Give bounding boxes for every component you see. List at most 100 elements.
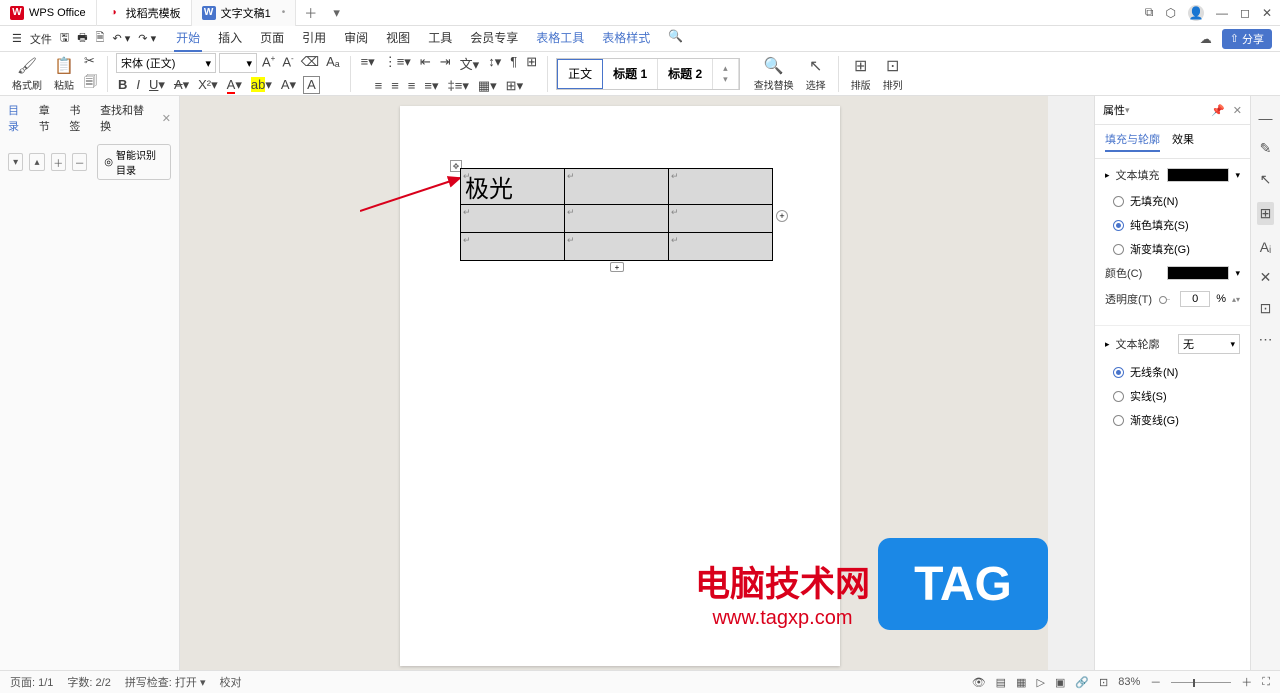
pin-icon[interactable]: 📌: [1211, 104, 1225, 117]
prop-tab-fill[interactable]: 填充与轮廓: [1105, 131, 1160, 152]
tab-member[interactable]: 会员专享: [468, 25, 520, 52]
align-left-icon[interactable]: ≡: [373, 77, 385, 95]
template-tab[interactable]: ◑ 找稻壳模板: [97, 0, 192, 26]
fit-icon[interactable]: ⊡: [1099, 676, 1108, 689]
align-justify-icon[interactable]: ≡▾: [422, 77, 440, 95]
search-icon[interactable]: 🔍: [666, 25, 685, 52]
charshade-icon[interactable]: A▾: [279, 76, 298, 94]
file-menu[interactable]: 文件: [26, 31, 56, 47]
color-swatch[interactable]: [1167, 266, 1229, 280]
pen-icon[interactable]: ✎: [1260, 140, 1272, 157]
tab-page[interactable]: 页面: [258, 25, 286, 52]
app-tab[interactable]: W WPS Office: [0, 0, 97, 26]
view-outline-icon[interactable]: ▣: [1055, 676, 1065, 689]
cube-icon[interactable]: ⬡: [1165, 6, 1175, 20]
layout-icon[interactable]: ⧉: [1145, 5, 1154, 20]
format-icon[interactable]: Aₐ: [324, 53, 342, 73]
table-cell[interactable]: ↵: [669, 233, 773, 261]
opacity-value[interactable]: 0: [1180, 291, 1210, 307]
bullets-icon[interactable]: ≡▾: [359, 53, 377, 74]
align-center-icon[interactable]: ≡: [389, 77, 401, 95]
tab-view[interactable]: 视图: [384, 25, 412, 52]
highlight-icon[interactable]: ab▾: [249, 76, 274, 94]
underline-icon[interactable]: U▾: [147, 76, 167, 94]
tab-ref[interactable]: 引用: [300, 25, 328, 52]
link-icon[interactable]: 🔗: [1075, 676, 1089, 689]
nav-ai-toc[interactable]: ◎ 智能识别目录: [97, 144, 171, 180]
strike-icon[interactable]: A▾: [172, 76, 191, 94]
tab-tabletool[interactable]: 表格工具: [534, 25, 586, 52]
font-select[interactable]: 宋体 (正文)▾: [116, 53, 216, 73]
properties-icon[interactable]: ⊞: [1257, 202, 1275, 225]
fill-color-swatch[interactable]: [1167, 168, 1229, 182]
style-icon[interactable]: Aᵢ: [1260, 239, 1272, 255]
super-icon[interactable]: X²▾: [196, 76, 220, 94]
prop-tab-effect[interactable]: 效果: [1172, 131, 1194, 152]
find-replace-button[interactable]: 🔍查找替换: [750, 56, 798, 92]
format-painter[interactable]: 🖌格式刷: [8, 56, 46, 92]
grow-font-icon[interactable]: A+: [260, 53, 277, 73]
tab-tablestyle[interactable]: 表格样式: [600, 25, 652, 52]
style-normal[interactable]: 正文: [557, 59, 603, 89]
share-button[interactable]: ⇧ 分享: [1222, 29, 1272, 49]
nav-remove-icon[interactable]: －: [72, 153, 87, 171]
showmarks-icon[interactable]: ¶: [508, 53, 519, 74]
nav-close-icon[interactable]: ✕: [162, 112, 171, 125]
tab-menu-button[interactable]: ▾: [325, 5, 348, 21]
linespace-icon[interactable]: ‡≡▾: [446, 77, 471, 95]
radio-noline[interactable]: 无线条(N): [1105, 364, 1240, 380]
user-icon[interactable]: 👤: [1188, 5, 1204, 21]
radio-gradientfill[interactable]: 渐变填充(G): [1105, 241, 1240, 257]
numbering-icon[interactable]: ⋮≡▾: [382, 53, 413, 74]
menu-trigram-icon[interactable]: ☰: [8, 32, 26, 45]
table-add-row[interactable]: +: [610, 262, 624, 272]
cloud-icon[interactable]: ☁: [1200, 32, 1212, 46]
table-cell[interactable]: ↵: [461, 233, 565, 261]
minimize-button[interactable]: —: [1216, 6, 1228, 20]
print-icon[interactable]: 🖶: [73, 29, 91, 48]
nav-findrep[interactable]: 查找和替换: [100, 102, 152, 134]
word-count[interactable]: 字数: 2/2: [67, 674, 110, 690]
close-panel-icon[interactable]: ✕: [1233, 104, 1242, 117]
select-button[interactable]: ↖选择: [802, 56, 830, 92]
bold-icon[interactable]: B: [116, 76, 129, 94]
eye-icon[interactable]: 👁: [972, 676, 986, 689]
preview-icon[interactable]: 🗎: [92, 29, 109, 48]
zoom-out-icon[interactable]: －: [1150, 674, 1161, 690]
view-page-icon[interactable]: ▤: [996, 676, 1006, 689]
canvas[interactable]: ✥ ↵极光 ↵ ↵ ↵ ↵ ↵ ↵ ↵ ↵ + + 电脑技术网: [180, 96, 1048, 670]
nav-expand-icon[interactable]: ▴: [29, 153, 44, 171]
fontcolor-icon[interactable]: A▾: [225, 76, 244, 94]
indent-icon[interactable]: ⇥: [438, 53, 453, 74]
border-icon[interactable]: ⊞▾: [504, 77, 525, 95]
maximize-button[interactable]: ◻: [1240, 6, 1250, 20]
table-cell[interactable]: ↵: [565, 233, 669, 261]
nav-collapse-icon[interactable]: ▾: [8, 153, 23, 171]
phonetic-icon[interactable]: ⊞: [524, 53, 539, 74]
table-cell[interactable]: ↵: [669, 205, 773, 233]
cut-icon[interactable]: ✂: [82, 52, 99, 70]
copy-icon[interactable]: 🗐: [82, 72, 99, 96]
size-select[interactable]: ▾: [219, 53, 257, 73]
more-icon[interactable]: ⋯: [1259, 331, 1273, 348]
tab-insert[interactable]: 插入: [216, 25, 244, 52]
zoom-value[interactable]: 83%: [1118, 676, 1140, 688]
radio-solidline[interactable]: 实线(S): [1105, 388, 1240, 404]
outline-select[interactable]: 无▾: [1178, 334, 1240, 354]
redo-icon[interactable]: ↷ ▾: [134, 32, 160, 45]
textdir-icon[interactable]: 文▾: [458, 53, 482, 74]
save-icon[interactable]: 🖫: [56, 29, 73, 48]
nav-toc[interactable]: 目录: [8, 102, 29, 134]
table-add-column[interactable]: +: [776, 210, 788, 222]
view-web-icon[interactable]: ▦: [1016, 676, 1026, 689]
tab-start[interactable]: 开始: [174, 25, 202, 52]
tab-tool[interactable]: 工具: [426, 25, 454, 52]
table-cell[interactable]: ↵极光: [461, 169, 565, 205]
radio-gradientline[interactable]: 渐变线(G): [1105, 412, 1240, 428]
select-icon[interactable]: ↖: [1260, 171, 1272, 188]
fullscreen-icon[interactable]: ⛶: [1262, 676, 1270, 689]
arrange-button[interactable]: ⊞排版: [847, 56, 875, 92]
shrink-font-icon[interactable]: A-: [280, 53, 295, 73]
nav-chapter[interactable]: 章节: [39, 102, 60, 134]
nav-bookmark[interactable]: 书签: [69, 102, 90, 134]
